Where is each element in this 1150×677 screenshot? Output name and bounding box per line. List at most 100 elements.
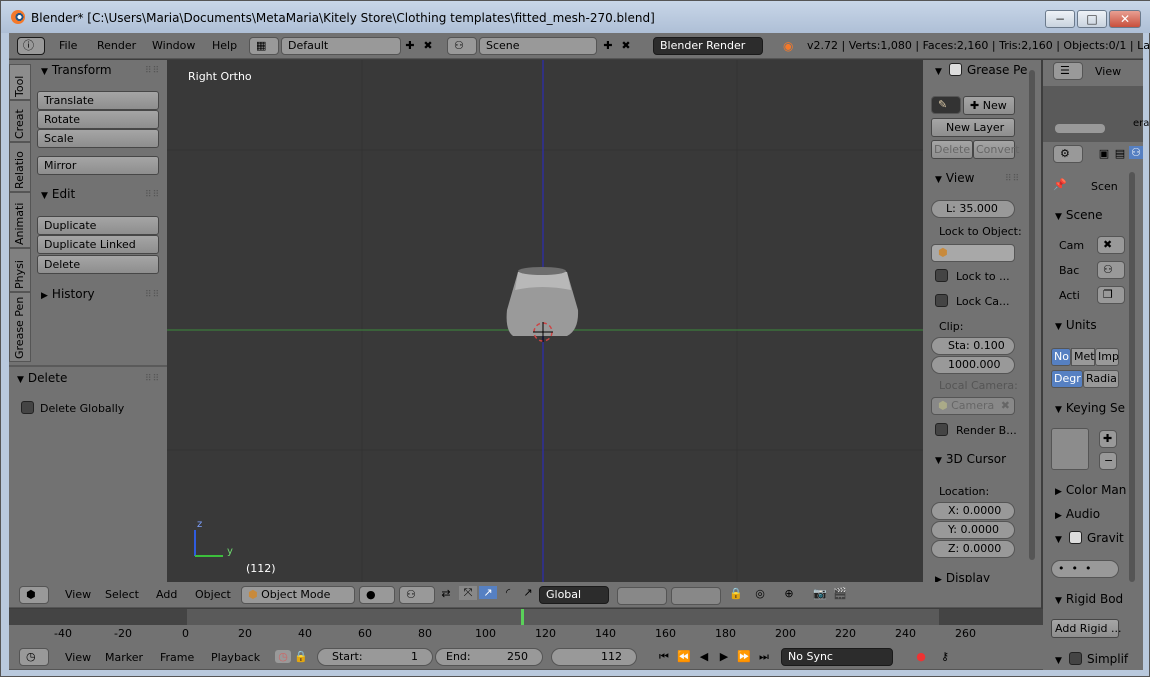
3d-cursor-header[interactable]: ▼ 3D Cursor (935, 452, 1006, 466)
delete-globally-checkbox[interactable] (21, 401, 34, 414)
simplify-header[interactable]: ▼ (1055, 652, 1066, 666)
timeline-menu-frame[interactable]: Frame (160, 651, 194, 664)
clip-end-field[interactable]: 1000.000 (931, 356, 1015, 374)
units-none-button[interactable]: No (1051, 348, 1071, 366)
active-field[interactable]: ❐ (1097, 286, 1125, 304)
end-frame-field[interactable]: End: 250 (435, 648, 543, 666)
render-opengl-icon[interactable]: 📷 (811, 587, 829, 600)
tab-animation[interactable]: Animati (9, 192, 31, 248)
edit-panel-header[interactable]: ▼ Edit (41, 187, 75, 201)
audio-header[interactable]: ▶ Audio (1055, 507, 1100, 521)
panel-grip-icon[interactable]: ⠿⠿ (145, 374, 160, 384)
new-layer-button[interactable]: New Layer (931, 118, 1015, 137)
timeline-menu-view[interactable]: View (65, 651, 91, 664)
play-reverse-icon[interactable]: ◀ (695, 650, 713, 663)
lock-layers-icon[interactable]: 🔒 (727, 587, 745, 600)
outliner-scrollbar[interactable] (1055, 124, 1105, 133)
scene-tab-icon[interactable]: ⚇ (1129, 146, 1143, 159)
timeline-menu-playback[interactable]: Playback (211, 651, 260, 664)
outliner-view-menu[interactable]: View (1095, 65, 1121, 78)
add-keying-set-icon[interactable]: ✚ (1099, 430, 1117, 448)
proportional-edit-icon[interactable]: ◎ (751, 587, 769, 600)
delete-gp-button[interactable]: Delete (931, 140, 973, 159)
camera-field[interactable]: ✖ (1097, 236, 1125, 254)
current-frame-indicator[interactable] (521, 609, 524, 625)
properties-type-icon[interactable]: ⚙ (1053, 145, 1083, 163)
color-management-header[interactable]: ▶ Color Man (1055, 483, 1126, 497)
menu-view[interactable]: View (65, 588, 91, 601)
menu-add[interactable]: Add (156, 588, 177, 601)
timeline-menu-marker[interactable]: Marker (105, 651, 143, 664)
scale-manipulator-icon[interactable]: ◜ (499, 586, 517, 599)
rigid-body-header[interactable]: ▼ Rigid Bod (1055, 592, 1123, 606)
lock-camera-checkbox[interactable] (935, 294, 948, 307)
transform-panel-header[interactable]: ▼ Transform (41, 63, 112, 77)
background-field[interactable]: ⚇ (1097, 261, 1125, 279)
gravity-vector-field[interactable]: • • • (1051, 560, 1119, 578)
keying-set-icon[interactable]: ⚷ (937, 650, 953, 663)
render-engine-select[interactable]: Blender Render (653, 37, 763, 55)
lock-to-cursor-checkbox[interactable] (935, 269, 948, 282)
menu-file[interactable]: File (59, 39, 77, 52)
cursor-x-field[interactable]: X: 0.0000 (931, 502, 1015, 520)
scene-icon[interactable]: ⚇ (447, 37, 477, 55)
orientation-select[interactable]: Global (539, 586, 609, 604)
add-scene-icon[interactable]: ✚ (601, 39, 615, 52)
maximize-button[interactable]: □ (1077, 10, 1107, 28)
menu-object[interactable]: Object (195, 588, 231, 601)
render-border-checkbox[interactable] (935, 423, 948, 436)
menu-help[interactable]: Help (212, 39, 237, 52)
timeline-area[interactable]: -40 -20 0 20 40 60 80 100 120 140 160 18… (9, 609, 1043, 643)
add-screen-icon[interactable]: ✚ (403, 39, 417, 52)
preview-range-icon[interactable]: ◷ (275, 650, 291, 663)
menu-select[interactable]: Select (105, 588, 139, 601)
cursor-z-field[interactable]: Z: 0.0000 (931, 540, 1015, 558)
properties-scrollbar[interactable] (1129, 172, 1135, 582)
pencil-icon[interactable]: ✎ (931, 96, 961, 114)
grease-pencil-checkbox[interactable] (949, 63, 962, 76)
screen-layout-field[interactable]: Default (281, 37, 401, 55)
editor-type-timeline-icon[interactable]: ◷ (19, 648, 49, 666)
grease-pencil-header[interactable]: ▼ (935, 63, 946, 77)
clip-start-field[interactable]: Sta: 0.100 (931, 337, 1015, 355)
delete-button[interactable]: Delete (37, 255, 159, 274)
menu-render[interactable]: Render (97, 39, 136, 52)
shading-select[interactable]: ● (359, 586, 395, 604)
duplicate-button[interactable]: Duplicate (37, 216, 159, 235)
new-gp-button[interactable]: ✚ New (963, 96, 1015, 115)
delete-screen-icon[interactable]: ✖ (421, 39, 435, 52)
remove-keying-set-icon[interactable]: − (1099, 452, 1117, 470)
panel-grip-icon[interactable]: ⠿⠿ (1005, 174, 1020, 184)
panel-grip-icon[interactable]: ⠿⠿ (145, 290, 160, 300)
scale-button[interactable]: Scale (37, 129, 159, 148)
scene-field[interactable]: Scene (479, 37, 597, 55)
snap-icon[interactable]: ⊕ (775, 587, 803, 600)
pivot-select[interactable]: ⚇ (399, 586, 435, 604)
render-animation-icon[interactable]: 🎬 (831, 587, 849, 600)
jump-keyframe-forward-icon[interactable]: ⏩ (735, 650, 753, 663)
editor-type-icon[interactable]: ⓘ (17, 37, 45, 55)
delete-scene-icon[interactable]: ✖ (619, 39, 633, 52)
outliner-type-icon[interactable]: ☰ (1053, 62, 1083, 80)
delete-operator-header[interactable]: ▼ Delete (17, 371, 67, 385)
units-radians-button[interactable]: Radia (1083, 370, 1119, 388)
gravity-checkbox[interactable] (1069, 531, 1082, 544)
convert-gp-button[interactable]: Convert (973, 140, 1020, 159)
record-icon[interactable]: ● (913, 650, 929, 663)
rotate-button[interactable]: Rotate (37, 110, 159, 129)
local-camera-field[interactable]: ⬢ Camera ✖ (931, 397, 1015, 415)
tab-relations[interactable]: Relatio (9, 142, 31, 192)
duplicate-linked-button[interactable]: Duplicate Linked (37, 235, 159, 254)
translate-button[interactable]: Translate (37, 91, 159, 110)
play-icon[interactable]: ▶ (715, 650, 733, 663)
n-panel-scrollbar[interactable] (1029, 70, 1035, 560)
gravity-header[interactable]: ▼ (1055, 531, 1066, 545)
layers-widget-1[interactable] (617, 587, 667, 605)
history-panel-header[interactable]: ▶ History (41, 287, 95, 301)
units-panel-header[interactable]: ▼ Units (1055, 318, 1097, 332)
screen-layout-icon[interactable]: ▦ (249, 37, 279, 55)
close-button[interactable]: ✕ (1109, 10, 1141, 28)
units-metric-button[interactable]: Met (1071, 348, 1095, 366)
panel-grip-icon[interactable]: ⠿⠿ (145, 190, 160, 200)
menu-window[interactable]: Window (152, 39, 195, 52)
